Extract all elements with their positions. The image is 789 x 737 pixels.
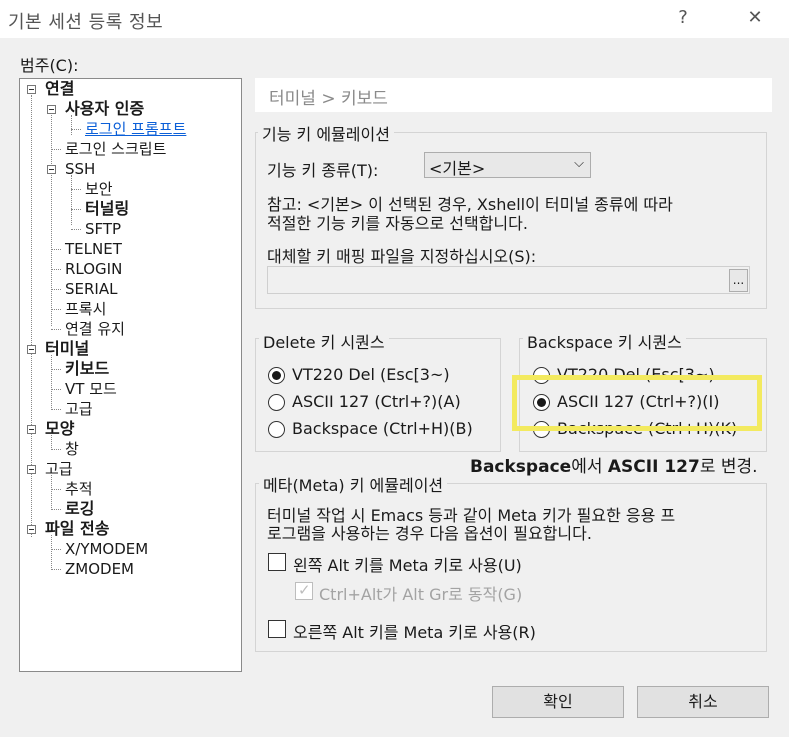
breadcrumb-text: 터미널 > 키보드 <box>269 89 388 109</box>
annotation-text-2: 로 변경. <box>699 457 758 477</box>
left-alt-meta-checkbox[interactable] <box>268 553 286 571</box>
tree-item-tunneling[interactable]: 터널링 <box>85 199 129 219</box>
tree-item-ssh[interactable]: SSH <box>65 159 95 179</box>
function-key-type-value: <기본> <box>429 159 486 178</box>
right-alt-meta-checkbox[interactable] <box>268 620 286 638</box>
function-key-type-select[interactable]: <기본> ⌵ <box>424 152 591 178</box>
tree-item-logging[interactable]: 로깅 <box>65 499 94 519</box>
keymap-file-input[interactable] <box>267 266 750 294</box>
tree-item-zmodem[interactable]: ZMODEM <box>65 559 134 579</box>
category-label: 범주(C): <box>20 56 79 75</box>
tree-item-login-script[interactable]: 로그인 스크립트 <box>65 139 166 159</box>
tree-item-terminal-advanced[interactable]: 고급 <box>65 399 93 419</box>
collapse-icon[interactable] <box>47 165 56 174</box>
meta-group-title: 메타(Meta) 키 에뮬레이션 <box>259 472 448 496</box>
tree-item-connection[interactable]: 연결 <box>45 79 74 99</box>
delete-opt-ascii-radio[interactable] <box>268 394 285 411</box>
tree-item-sftp[interactable]: SFTP <box>85 219 121 239</box>
tree-item-terminal[interactable]: 터미널 <box>45 339 89 359</box>
tree-item-keyboard[interactable]: 키보드 <box>65 359 109 379</box>
keymap-file-label: 대체할 키 매핑 파일을 지정하십시오(S): <box>267 247 537 266</box>
collapse-icon[interactable] <box>27 85 36 94</box>
tree-item-security[interactable]: 보안 <box>85 179 113 199</box>
delete-opt-backspace-label: Backspace (Ctrl+H)(B) <box>292 419 473 438</box>
annotation-text: Backspace에서 ASCII 127로 변경. <box>470 452 758 477</box>
tree-item-user-auth[interactable]: 사용자 인증 <box>65 99 144 119</box>
annotation-bold-1: Backspace <box>470 457 572 477</box>
function-key-note-line2: 적절한 기능 키를 자동으로 선택합니다. <box>267 214 528 233</box>
delete-opt-backspace-radio[interactable] <box>268 421 285 438</box>
left-alt-meta-label: 왼쪽 Alt 키를 Meta 키로 사용(U) <box>293 556 522 575</box>
highlight-box <box>512 375 762 431</box>
tree-item-telnet[interactable]: TELNET <box>65 239 122 259</box>
collapse-icon[interactable] <box>27 345 36 354</box>
backspace-seq-title: Backspace 키 시퀀스 <box>523 329 686 353</box>
altgr-label: Ctrl+Alt가 Alt Gr로 동작(G) <box>319 585 523 604</box>
collapse-icon[interactable] <box>27 425 36 434</box>
tree-item-rlogin[interactable]: RLOGIN <box>65 259 122 279</box>
browse-button[interactable]: ... <box>729 269 748 292</box>
function-key-group-title: 기능 키 에뮬레이션 <box>258 121 394 145</box>
collapse-icon[interactable] <box>27 525 36 534</box>
tree-item-keepalive[interactable]: 연결 유지 <box>65 319 125 339</box>
tree-item-proxy[interactable]: 프록시 <box>65 299 106 319</box>
window-title: 기본 세션 등록 정보 <box>8 12 164 33</box>
delete-opt-ascii-label: ASCII 127 (Ctrl+?)(A) <box>292 392 461 411</box>
collapse-icon[interactable] <box>47 105 56 114</box>
tree-item-vt-mode[interactable]: VT 모드 <box>65 379 117 399</box>
meta-desc-line2: 로그램을 사용하는 경우 다음 옵션이 필요합니다. <box>267 524 592 543</box>
tree-item-serial[interactable]: SERIAL <box>65 279 117 299</box>
tree-item-advanced[interactable]: 고급 <box>45 459 73 479</box>
breadcrumb: 터미널 > 키보드 <box>255 78 772 112</box>
annotation-bold-2: ASCII 127 <box>607 457 700 477</box>
ok-button[interactable]: 확인 <box>492 686 624 718</box>
help-button[interactable]: ? <box>668 4 698 32</box>
tree-item-window[interactable]: 창 <box>65 439 79 459</box>
altgr-checkbox[interactable] <box>295 581 313 600</box>
collapse-icon[interactable] <box>27 465 36 474</box>
function-key-type-label: 기능 키 종류(T): <box>267 161 379 180</box>
annotation-text-1: 에서 <box>571 457 608 477</box>
close-icon[interactable]: ✕ <box>740 4 770 32</box>
tree-item-appearance[interactable]: 모양 <box>45 419 74 439</box>
tree-item-trace[interactable]: 추적 <box>65 479 93 499</box>
category-tree[interactable]: 연결 사용자 인증 로그인 프롬프트 로그인 스크립트 SSH 보안 터널링 S… <box>19 78 242 672</box>
delete-opt-vt220-radio[interactable] <box>268 367 285 384</box>
right-alt-meta-label: 오른쪽 Alt 키를 Meta 키로 사용(R) <box>293 623 536 642</box>
tree-item-login-prompt[interactable]: 로그인 프롬프트 <box>85 119 186 139</box>
tree-item-file-transfer[interactable]: 파일 전송 <box>45 519 109 539</box>
chevron-down-icon: ⌵ <box>574 156 584 171</box>
delete-opt-vt220-label: VT220 Del (Esc[3~) <box>292 365 450 384</box>
tree-item-xymodem[interactable]: X/YMODEM <box>65 539 148 559</box>
cancel-button[interactable]: 취소 <box>637 686 769 718</box>
delete-seq-title: Delete 키 시퀀스 <box>259 329 389 353</box>
